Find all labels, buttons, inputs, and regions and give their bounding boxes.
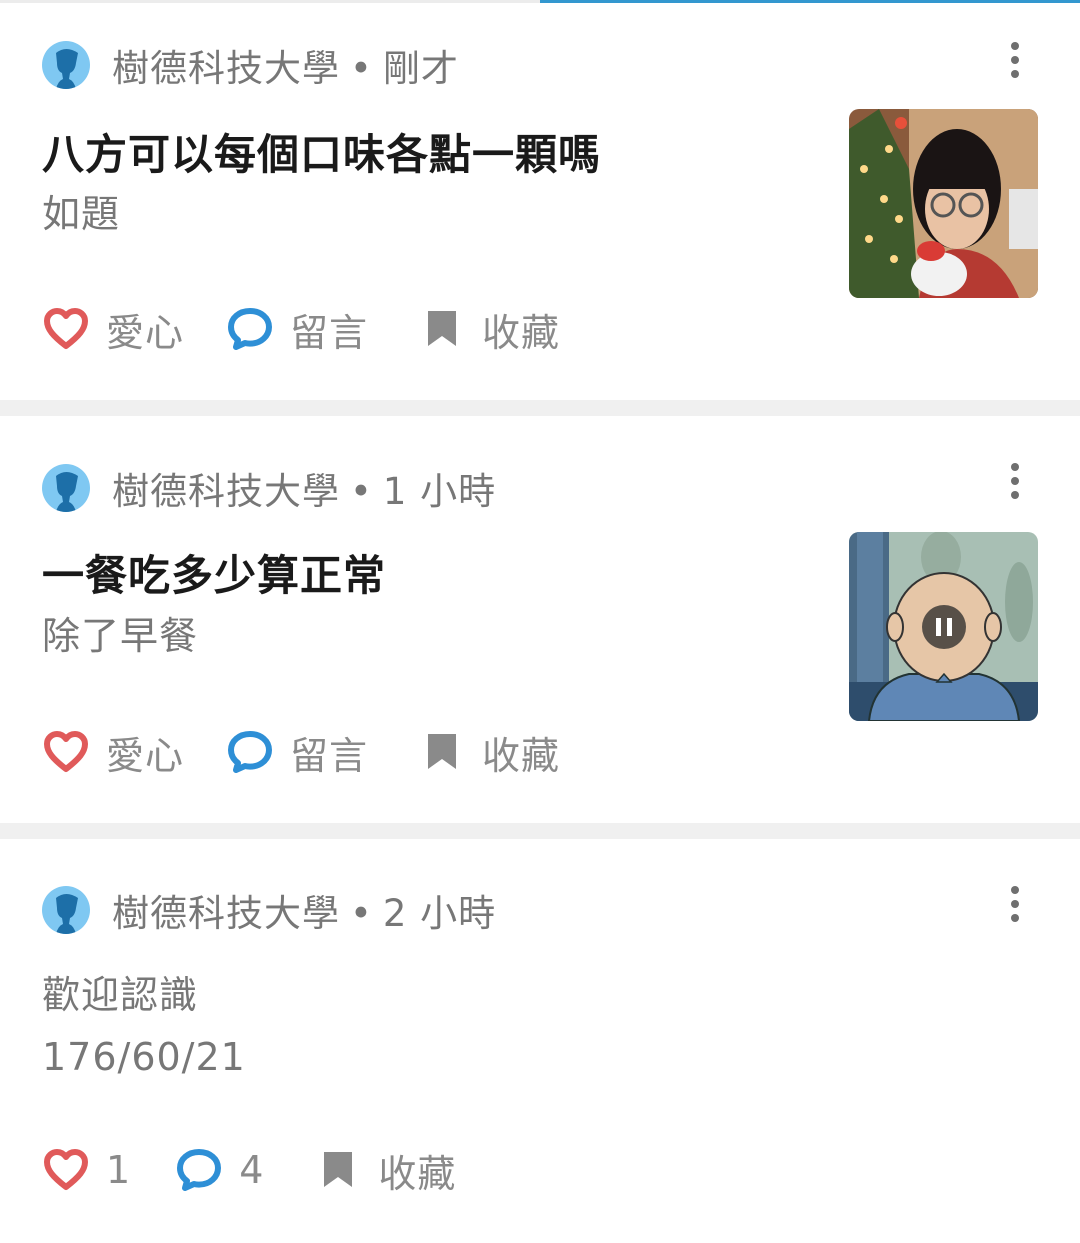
more-vertical-icon: [1011, 42, 1019, 50]
post-excerpt[interactable]: 如題: [42, 183, 120, 245]
save-button[interactable]: 收藏: [418, 302, 560, 357]
bookmark-icon: [314, 1146, 362, 1194]
post-card[interactable]: 樹德科技大學 • 2 小時 歡迎認識 176/60/21 1 4 收藏: [0, 839, 1080, 1239]
avatar: [42, 41, 90, 89]
post-meta: 樹德科技大學 • 剛才: [42, 39, 459, 91]
heart-icon: [42, 1146, 90, 1194]
speech-bubble-icon: [175, 1146, 223, 1194]
post-meta: 樹德科技大學 • 1 小時: [42, 462, 496, 514]
avatar: [42, 464, 90, 512]
post-card[interactable]: 樹德科技大學 • 1 小時 一餐吃多少算正常 除了早餐 愛心 留言 收藏: [0, 416, 1080, 823]
more-options-button[interactable]: [1000, 456, 1030, 506]
post-title[interactable]: 八方可以每個口味各點一顆嗎: [42, 121, 601, 182]
comment-button[interactable]: 留言: [226, 302, 368, 357]
post-actions: 愛心 留言 收藏: [42, 722, 560, 782]
meta-separator: •: [350, 47, 373, 90]
school-name: 樹德科技大學: [112, 892, 340, 935]
like-label: 愛心: [106, 310, 185, 355]
post-time: 2 小時: [382, 892, 497, 935]
post-thumbnail[interactable]: [849, 532, 1038, 721]
heart-icon: [42, 305, 90, 353]
more-vertical-icon: [1011, 886, 1019, 894]
comment-button[interactable]: 4: [175, 1146, 264, 1194]
save-button[interactable]: 收藏: [314, 1143, 456, 1198]
bookmark-icon: [418, 728, 466, 776]
like-button[interactable]: 1: [42, 1146, 131, 1194]
comment-label: 留言: [290, 733, 369, 778]
save-label: 收藏: [482, 310, 561, 355]
school-name: 樹德科技大學: [112, 470, 340, 513]
like-count: 1: [106, 1148, 132, 1192]
post-time: 剛才: [382, 47, 459, 90]
meta-separator: •: [350, 470, 373, 513]
school-name: 樹德科技大學: [112, 47, 340, 90]
person-silhouette-icon: [56, 472, 78, 512]
comment-label: 留言: [290, 310, 369, 355]
more-options-button[interactable]: [1000, 35, 1030, 85]
save-label: 收藏: [482, 733, 561, 778]
more-vertical-icon: [1011, 463, 1019, 471]
post-excerpt[interactable]: 除了早餐: [42, 605, 198, 667]
post-title[interactable]: 一餐吃多少算正常: [42, 542, 386, 603]
avatar: [42, 886, 90, 934]
comment-count: 4: [239, 1148, 265, 1192]
post-actions: 愛心 留言 收藏: [42, 299, 560, 359]
more-options-button[interactable]: [1000, 879, 1030, 929]
save-button[interactable]: 收藏: [418, 725, 560, 780]
photo-thumbnail: [849, 109, 1038, 298]
meta-separator: •: [350, 892, 373, 935]
post-meta: 樹德科技大學 • 2 小時: [42, 884, 496, 936]
speech-bubble-icon: [226, 305, 274, 353]
post-card[interactable]: 樹德科技大學 • 剛才 八方可以每個口味各點一顆嗎 如題 愛心 留言 收藏: [0, 3, 1080, 400]
bookmark-icon: [418, 305, 466, 353]
post-excerpt-line-1[interactable]: 歡迎認識: [42, 964, 198, 1026]
like-button[interactable]: 愛心: [42, 725, 184, 780]
post-separator: [0, 823, 1080, 839]
post-feed: 樹德科技大學 • 剛才 八方可以每個口味各點一顆嗎 如題 愛心 留言 收藏 樹德…: [0, 0, 1080, 1243]
heart-icon: [42, 728, 90, 776]
post-excerpt-line-2[interactable]: 176/60/21: [42, 1026, 246, 1088]
like-label: 愛心: [106, 733, 185, 778]
comment-button[interactable]: 留言: [226, 725, 368, 780]
video-thumbnail: [849, 532, 1038, 721]
post-actions: 1 4 收藏: [42, 1140, 456, 1200]
speech-bubble-icon: [226, 728, 274, 776]
post-thumbnail[interactable]: [849, 109, 1038, 298]
post-separator: [0, 400, 1080, 416]
like-button[interactable]: 愛心: [42, 302, 184, 357]
person-silhouette-icon: [56, 49, 78, 89]
post-time: 1 小時: [382, 470, 497, 513]
person-silhouette-icon: [56, 894, 78, 934]
save-label: 收藏: [378, 1151, 457, 1196]
